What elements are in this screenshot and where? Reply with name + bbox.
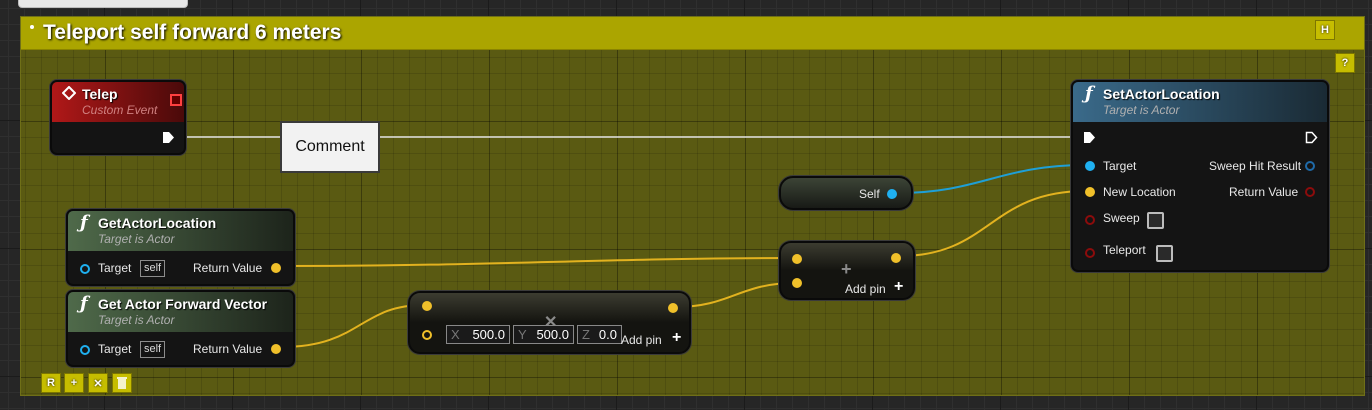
- add-in-b-pin[interactable]: [792, 278, 802, 288]
- add-out-pin[interactable]: [891, 253, 901, 263]
- multiply-add-pin-icon[interactable]: +: [672, 329, 681, 347]
- function-icon: ƒ: [80, 293, 88, 314]
- y-axis-label: Y: [518, 327, 527, 342]
- get-loc-target-value[interactable]: self: [140, 260, 166, 277]
- multiply-in-b-pin[interactable]: [422, 330, 432, 340]
- get-actor-location-node[interactable]: ƒ GetActorLocation Target is Actor Targe…: [66, 209, 295, 286]
- set-loc-teleport-label: Teleport: [1103, 243, 1146, 257]
- add-add-pin-label[interactable]: Add pin: [845, 282, 886, 296]
- z-value: 0.0: [598, 327, 617, 342]
- multiply-out-pin[interactable]: [668, 303, 678, 313]
- self-out-pin[interactable]: [887, 189, 897, 199]
- get-loc-subtitle: Target is Actor: [98, 232, 175, 246]
- sweep-hit-result-pin[interactable]: [1305, 161, 1315, 171]
- vector-y-field[interactable]: Y 500.0: [513, 325, 574, 344]
- get-fwd-return-label: Return Value: [193, 342, 263, 356]
- self-node[interactable]: Self: [779, 176, 913, 210]
- multiply-node[interactable]: ✕ X 500.0 Y 500.0 Z 0.0 Add pin +: [408, 291, 691, 354]
- z-axis-label: Z: [582, 327, 590, 342]
- x-axis-label: X: [451, 327, 460, 342]
- get-fwd-subtitle: Target is Actor: [98, 313, 175, 327]
- self-label: Self: [859, 187, 880, 201]
- get-loc-target-pin[interactable]: [80, 264, 90, 274]
- get-loc-return-label: Return Value: [193, 261, 263, 275]
- event-diamond-icon: [62, 86, 76, 100]
- x-value: 500.0: [472, 327, 505, 342]
- set-loc-target-pin[interactable]: [1085, 161, 1095, 171]
- set-loc-subtitle: Target is Actor: [1103, 103, 1180, 117]
- multiply-add-pin-label[interactable]: Add pin: [621, 333, 662, 347]
- get-fwd-target-label: Target: [98, 342, 132, 356]
- teleport-checkbox[interactable]: [1156, 245, 1173, 262]
- vector-z-field[interactable]: Z 0.0: [577, 325, 622, 344]
- set-loc-exec-in-pin[interactable]: [1083, 131, 1096, 144]
- get-loc-return-pin[interactable]: [271, 263, 281, 273]
- set-loc-new-location-pin[interactable]: [1085, 187, 1095, 197]
- event-subtitle: Custom Event: [82, 103, 158, 117]
- sweep-checkbox[interactable]: [1147, 212, 1164, 229]
- exec-out-pin[interactable]: [162, 131, 175, 144]
- set-loc-return-pin[interactable]: [1305, 187, 1315, 197]
- comment-label-node[interactable]: Comment: [280, 121, 380, 173]
- function-icon: ƒ: [80, 212, 88, 233]
- set-loc-title: SetActorLocation: [1103, 86, 1220, 102]
- vector-x-field[interactable]: X 500.0: [446, 325, 510, 344]
- get-fwd-target-value[interactable]: self: [140, 341, 166, 358]
- sweep-hit-result-label: Sweep Hit Result: [1209, 159, 1302, 173]
- multiply-in-a-pin[interactable]: [422, 301, 432, 311]
- add-add-pin-icon[interactable]: +: [894, 278, 903, 296]
- set-actor-location-node[interactable]: ƒ SetActorLocation Target is Actor Targe…: [1071, 80, 1329, 272]
- function-icon: ƒ: [1085, 83, 1093, 104]
- event-title: Telep: [82, 86, 118, 102]
- get-fwd-title: Get Actor Forward Vector: [98, 296, 268, 312]
- y-value: 500.0: [536, 327, 569, 342]
- delegate-pin-icon[interactable]: [170, 94, 182, 106]
- get-fwd-return-pin[interactable]: [271, 344, 281, 354]
- set-loc-sweep-label: Sweep: [1103, 211, 1140, 225]
- add-node[interactable]: + Add pin +: [779, 241, 915, 300]
- set-loc-new-location-label: New Location: [1103, 185, 1176, 199]
- set-loc-exec-out-pin[interactable]: [1305, 131, 1318, 144]
- get-loc-title: GetActorLocation: [98, 215, 217, 231]
- add-icon: +: [841, 259, 852, 279]
- custom-event-node[interactable]: Telep Custom Event: [50, 80, 186, 155]
- set-loc-teleport-pin[interactable]: [1085, 248, 1095, 258]
- get-fwd-target-pin[interactable]: [80, 345, 90, 355]
- set-loc-return-label: Return Value: [1229, 185, 1299, 199]
- get-forward-vector-node[interactable]: ƒ Get Actor Forward Vector Target is Act…: [66, 290, 295, 367]
- get-loc-target-label: Target: [98, 261, 132, 275]
- set-loc-target-label: Target: [1103, 159, 1137, 173]
- add-in-a-pin[interactable]: [792, 254, 802, 264]
- set-loc-sweep-pin[interactable]: [1085, 215, 1095, 225]
